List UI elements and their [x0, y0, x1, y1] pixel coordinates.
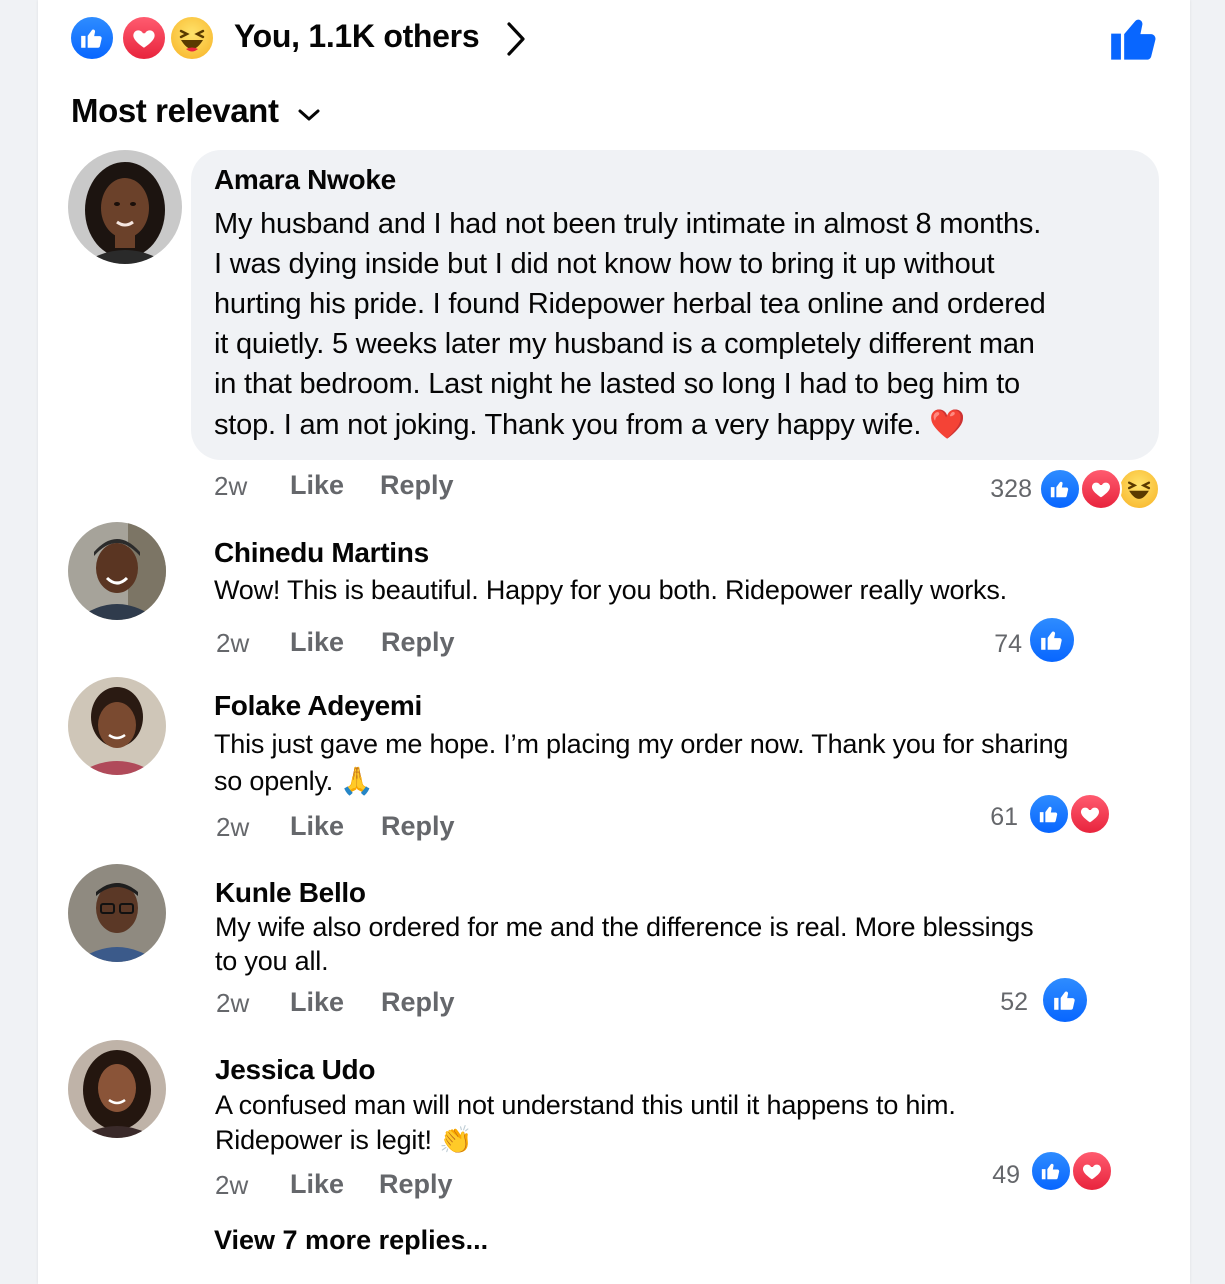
reaction-count[interactable]: 74 [962, 630, 1022, 659]
love-icon [121, 15, 167, 61]
comment-reply-button[interactable]: Reply [379, 1169, 453, 1200]
love-icon [1069, 793, 1111, 835]
like-icon [1030, 1150, 1072, 1192]
comment-line: stop. I am not joking. Thank you from a … [214, 409, 922, 441]
comment-line: so openly. [214, 766, 334, 796]
comment-author[interactable]: Folake Adeyemi [214, 690, 422, 722]
clapping-hands-emoji: 👏 [439, 1125, 473, 1156]
like-icon [1041, 976, 1089, 1024]
comment-line: I was dying inside but I did not know ho… [214, 248, 995, 280]
comment-author[interactable]: Amara Nwoke [214, 164, 396, 196]
comments-panel: You, 1.1K others Most relevant Amara Nwo… [38, 0, 1190, 1284]
avatar[interactable] [68, 864, 166, 962]
comment-like-button[interactable]: Like [290, 987, 344, 1018]
comment-line: This just gave me hope. I’m placing my o… [214, 729, 1069, 759]
comment-line: Ridepower is legit! [215, 1125, 432, 1155]
reaction-count[interactable]: 328 [972, 475, 1032, 504]
comment-line: Wow! This is beautiful. Happy for you bo… [214, 575, 1007, 605]
comment-line: A confused man will not understand this … [215, 1090, 956, 1120]
reaction-count[interactable]: 61 [958, 803, 1018, 832]
comment-line: My wife also ordered for me and the diff… [215, 912, 1034, 942]
comment-reply-button[interactable]: Reply [381, 987, 455, 1018]
comment-author[interactable]: Kunle Bello [215, 877, 366, 909]
comment-text: A confused man will not understand this … [215, 1088, 1155, 1158]
comment-time[interactable]: 2w [214, 471, 247, 502]
like-icon [1028, 616, 1076, 664]
avatar[interactable] [68, 1040, 166, 1138]
comment-author[interactable]: Jessica Udo [215, 1054, 375, 1086]
comment-text: This just gave me hope. I’m placing my o… [214, 726, 1154, 800]
comment-line: in that bedroom. Last night he lasted so… [214, 368, 1020, 400]
comment-author[interactable]: Chinedu Martins [214, 537, 429, 569]
comment-time[interactable]: 2w [216, 812, 249, 843]
comment-text: My husband and I had not been truly inti… [214, 204, 1154, 445]
comment-line: My husband and I had not been truly inti… [214, 208, 1042, 240]
avatar[interactable] [68, 677, 166, 775]
avatar[interactable] [68, 522, 166, 620]
haha-icon [1118, 468, 1160, 510]
comment-reply-button[interactable]: Reply [381, 627, 455, 658]
comment-like-button[interactable]: Like [290, 627, 344, 658]
comment-time[interactable]: 2w [216, 628, 249, 659]
view-more-replies-link[interactable]: View 7 more replies... [214, 1225, 488, 1256]
comment-text: Wow! This is beautiful. Happy for you bo… [214, 572, 1154, 609]
comment-like-button[interactable]: Like [290, 470, 344, 501]
like-button-icon[interactable] [1109, 12, 1161, 69]
comment-line: hurting his pride. I found Ridepower her… [214, 288, 1046, 320]
reaction-count[interactable]: 52 [968, 988, 1028, 1017]
reaction-count[interactable]: 49 [960, 1161, 1020, 1190]
comment-time[interactable]: 2w [216, 988, 249, 1019]
like-icon [1028, 793, 1070, 835]
haha-icon [169, 15, 215, 61]
avatar[interactable] [68, 150, 182, 264]
comment-line: to you all. [215, 946, 329, 976]
love-icon [1071, 1150, 1113, 1192]
comment-line: it quietly. 5 weeks later my husband is … [214, 328, 1035, 360]
comment-like-button[interactable]: Like [290, 1169, 344, 1200]
comment-time[interactable]: 2w [215, 1170, 248, 1201]
comment-text: My wife also ordered for me and the diff… [215, 910, 1155, 978]
praying-hands-emoji: 🙏 [340, 766, 374, 797]
comment-reply-button[interactable]: Reply [381, 811, 455, 842]
comment-like-button[interactable]: Like [290, 811, 344, 842]
like-icon [69, 15, 115, 61]
comment-reply-button[interactable]: Reply [380, 470, 454, 501]
reactions-summary-text[interactable]: You, 1.1K others [234, 18, 480, 55]
love-icon [1080, 468, 1122, 510]
chevron-down-icon[interactable] [296, 104, 322, 131]
heart-emoji: ❤️ [929, 407, 965, 441]
chevron-right-icon[interactable] [503, 20, 529, 63]
sort-label[interactable]: Most relevant [71, 92, 279, 130]
like-icon [1039, 468, 1081, 510]
